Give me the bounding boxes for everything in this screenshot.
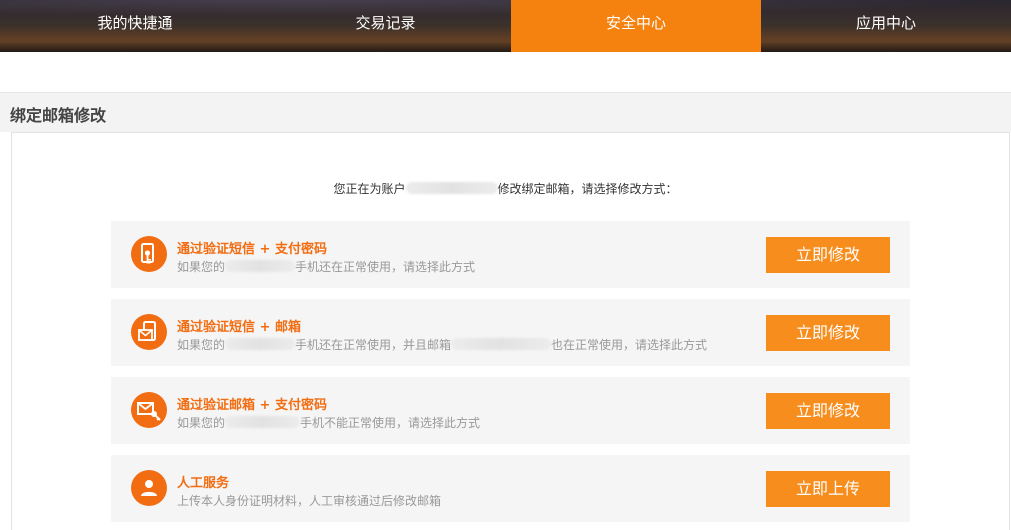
title-bar: 绑定邮箱修改 bbox=[0, 92, 1011, 132]
desc-after: 手机还在正常使用，请选择此方式 bbox=[295, 260, 476, 274]
tab-transaction-records[interactable]: 交易记录 bbox=[260, 0, 511, 52]
intro-before: 您正在为账户 bbox=[333, 182, 406, 196]
option-title: 通过验证邮箱 + 支付密码 bbox=[177, 398, 327, 413]
option-sms-email: 通过验证短信 + 邮箱 如果您的 手机还在正常使用，并且邮箱 也在正常使用，请选择此… bbox=[111, 299, 910, 366]
option-desc: 如果您的 手机还在正常使用，并且邮箱 也在正常使用，请选择此方式 bbox=[177, 336, 707, 353]
option-title: 通过验证短信 + 邮箱 bbox=[177, 320, 301, 335]
modify-now-button[interactable]: 立即修改 bbox=[766, 315, 890, 351]
modify-now-button[interactable]: 立即修改 bbox=[766, 237, 890, 273]
page-title: 绑定邮箱修改 bbox=[10, 106, 107, 125]
tab-my-kjt[interactable]: 我的快捷通 bbox=[10, 0, 260, 52]
intro-text: 您正在为账户 修改绑定邮箱，请选择修改方式： bbox=[0, 180, 1011, 197]
option-sms-password: 通过验证短信 + 支付密码 如果您的 手机还在正常使用，请选择此方式 立即修改 bbox=[111, 221, 910, 288]
top-navigation: 我的快捷通 交易记录 安全中心 应用中心 bbox=[0, 0, 1011, 52]
tab-app-center[interactable]: 应用中心 bbox=[761, 0, 1011, 52]
desc-after: 手机不能正常使用，请选择此方式 bbox=[300, 416, 481, 430]
desc-after: 也在正常使用，请选择此方式 bbox=[551, 338, 708, 352]
option-email-password: 通过验证邮箱 + 支付密码 如果您的 手机不能正常使用，请选择此方式 立即修改 bbox=[111, 377, 910, 444]
masked-phone bbox=[225, 260, 296, 272]
desc-before: 如果您的 bbox=[177, 416, 226, 430]
phone-mail-icon bbox=[131, 314, 167, 350]
option-title: 人工服务 bbox=[177, 476, 230, 491]
desc-before: 如果您的 bbox=[177, 338, 226, 352]
masked-phone bbox=[225, 338, 296, 350]
mail-key-icon bbox=[131, 392, 167, 428]
modify-now-button[interactable]: 立即修改 bbox=[766, 393, 890, 429]
tab-security-center[interactable]: 安全中心 bbox=[511, 0, 761, 52]
masked-phone bbox=[225, 416, 301, 428]
person-icon bbox=[131, 470, 167, 506]
masked-email bbox=[451, 338, 552, 350]
intro-after: 修改绑定邮箱，请选择修改方式： bbox=[497, 182, 678, 196]
masked-account bbox=[405, 182, 498, 194]
phone-key-icon bbox=[131, 236, 167, 272]
option-title: 通过验证短信 + 支付密码 bbox=[177, 242, 327, 257]
desc-before: 如果您的 bbox=[177, 260, 226, 274]
option-desc: 如果您的 手机还在正常使用，请选择此方式 bbox=[177, 258, 475, 275]
option-desc: 上传本人身份证明材料，人工审核通过后修改邮箱 bbox=[177, 494, 442, 508]
option-desc: 如果您的 手机不能正常使用，请选择此方式 bbox=[177, 414, 480, 431]
option-manual-service: 人工服务 上传本人身份证明材料，人工审核通过后修改邮箱 立即上传 bbox=[111, 455, 910, 522]
desc-middle: 手机还在正常使用，并且邮箱 bbox=[295, 338, 452, 352]
upload-now-button[interactable]: 立即上传 bbox=[766, 471, 890, 507]
